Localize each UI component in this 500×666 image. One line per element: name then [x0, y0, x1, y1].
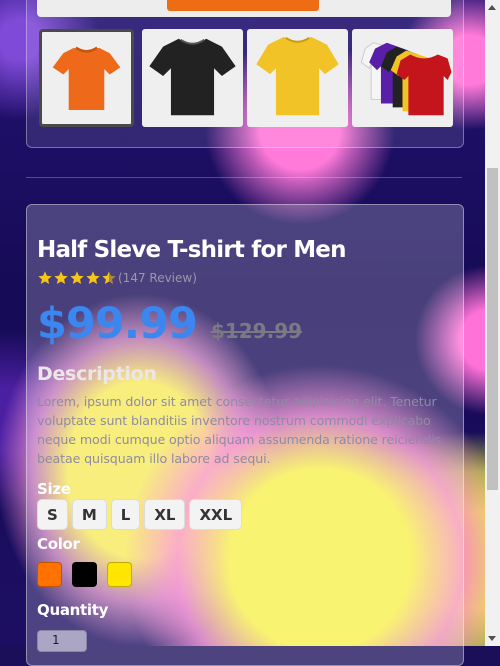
product-gallery — [26, 0, 464, 148]
quantity-input[interactable]: 1 — [37, 630, 87, 652]
size-option-xxl[interactable]: XXL — [189, 499, 243, 530]
original-price: $129.99 — [210, 319, 303, 343]
size-option-l[interactable]: L — [110, 499, 141, 530]
vertical-scrollbar[interactable] — [485, 0, 500, 646]
color-options — [37, 562, 142, 587]
current-price: $99.99 — [37, 299, 198, 349]
star-icon — [38, 271, 52, 284]
star-icon — [54, 271, 68, 284]
product-details-card: Half Sleve T-shirt for Men (147 Review) … — [26, 204, 464, 666]
orange-tshirt-icon — [52, 46, 121, 111]
thumbnail-list — [39, 29, 453, 127]
size-option-m[interactable]: M — [71, 499, 107, 530]
thumbnail-yellow-tshirt[interactable] — [247, 29, 348, 127]
scroll-down-arrow-icon[interactable] — [488, 636, 496, 641]
tshirt-stack-icon — [360, 42, 452, 116]
product-title: Half Sleve T-shirt for Men — [37, 237, 346, 263]
color-swatch-orange[interactable] — [37, 562, 62, 587]
product-rating: (147 Review) — [37, 269, 197, 287]
scroll-up-arrow-icon[interactable] — [488, 5, 496, 10]
black-tshirt-icon — [149, 38, 236, 116]
thumbnail-black-tshirt[interactable] — [142, 29, 243, 127]
thumbnail-multicolor-tshirts[interactable] — [352, 29, 453, 127]
size-label: Size — [37, 480, 71, 498]
thumbnail-orange-tshirt[interactable] — [39, 29, 134, 127]
description-text: Lorem, ipsum dolor sit amet consectetur … — [37, 394, 445, 466]
color-swatch-black[interactable] — [72, 562, 97, 587]
half-star-icon — [102, 271, 116, 284]
main-product-image — [37, 0, 451, 17]
size-option-xl[interactable]: XL — [144, 499, 186, 530]
star-icon — [70, 271, 84, 284]
yellow-tshirt-icon — [256, 36, 339, 116]
color-label: Color — [37, 535, 80, 553]
size-option-s[interactable]: S — [37, 499, 68, 530]
section-divider — [26, 177, 462, 178]
price-row: $99.99 $129.99 — [37, 299, 302, 349]
size-options: S M L XL XXL — [37, 499, 246, 530]
color-swatch-yellow[interactable] — [107, 562, 132, 587]
star-icon — [86, 271, 100, 284]
description-heading: Description — [37, 363, 157, 385]
tshirt-image — [167, 0, 319, 11]
page-content: Half Sleve T-shirt for Men (147 Review) … — [0, 0, 485, 666]
scrollbar-thumb[interactable] — [487, 168, 498, 490]
quantity-label: Quantity — [37, 601, 109, 619]
review-count[interactable]: (147 Review) — [118, 271, 197, 285]
